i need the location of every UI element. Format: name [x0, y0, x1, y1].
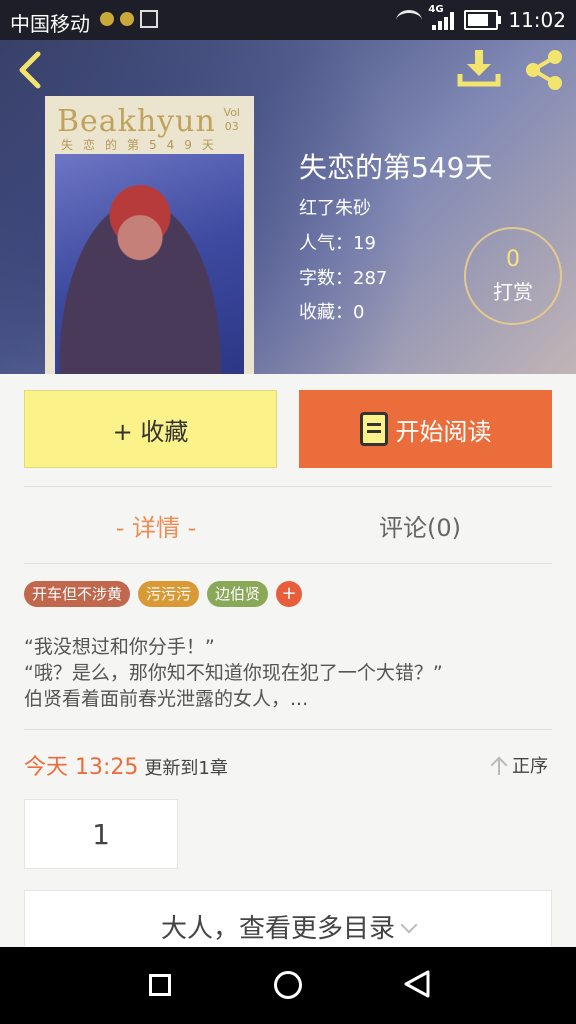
update-info: 今天 13:25 更新到1章 [24, 749, 228, 781]
carrier-name: 中国移动 [10, 12, 90, 36]
update-text: 更新到1章 [144, 758, 228, 779]
status-bar: 中国移动 4G 11:02 [0, 0, 576, 40]
arrow-up-icon [490, 755, 508, 775]
popularity-stat: 人气：19 [299, 233, 376, 254]
start-reading-button[interactable]: 开始阅读 [299, 390, 552, 468]
divider [24, 729, 552, 730]
tip-button[interactable]: 0 打赏 [464, 227, 562, 325]
favorite-label: + 收藏 [112, 417, 189, 446]
back-nav-icon[interactable] [402, 969, 432, 999]
sort-order-button[interactable]: 正序 [490, 752, 548, 778]
summary-line: “哦？是么，那你知不知道你现在犯了一个大错？” [24, 662, 443, 684]
cover-subtitle: 失恋的第549天 [61, 138, 224, 152]
chevron-down-icon [400, 916, 418, 934]
tag[interactable]: 边伯贤 [207, 581, 269, 607]
system-nav-bar [0, 947, 576, 1024]
start-reading-label: 开始阅读 [395, 417, 492, 446]
word-count-stat: 字数：287 [299, 268, 388, 289]
book-summary[interactable]: “我没想过和你分手！” “哦？是么，那你知不知道你现在犯了一个大错？” 伯贤看着… [24, 634, 552, 712]
favorites-stat: 收藏：0 [299, 302, 365, 323]
cover-volume: Vol 03 [223, 106, 240, 133]
sort-order-label: 正序 [512, 756, 548, 777]
battery-icon [464, 10, 502, 30]
book-cover: Beakhyun Vol 03 失恋的第549天 [45, 96, 254, 374]
home-icon[interactable] [274, 971, 302, 999]
tip-count: 0 [506, 247, 520, 272]
book-title: 失恋的第549天 [299, 151, 493, 184]
cover-photo [55, 154, 244, 374]
chapter-item[interactable]: 1 [24, 799, 178, 869]
tip-label: 打赏 [493, 280, 533, 304]
book-header: Beakhyun Vol 03 失恋的第549天 失恋的第549天 红了朱砂 人… [0, 40, 576, 374]
book-author[interactable]: 红了朱砂 [299, 194, 371, 220]
add-tag-button[interactable]: + [276, 581, 303, 607]
summary-line: “我没想过和你分手！” [24, 636, 215, 658]
signal-icon: 4G [428, 4, 455, 30]
tab-comments[interactable]: 评论(0) [288, 508, 552, 543]
cover-title: Beakhyun [57, 104, 216, 139]
tag-list: 开车但不涉黄 污污污 边伯贤 + [24, 581, 303, 607]
tag[interactable]: 污污污 [138, 581, 200, 607]
divider [24, 563, 552, 564]
more-chapters-button[interactable]: 大人，查看更多目录 [24, 890, 552, 950]
summary-line: 伯贤看着面前春光泄露的女人，... [24, 688, 309, 710]
recent-apps-icon[interactable] [149, 974, 171, 996]
update-time: 今天 13:25 [24, 755, 139, 780]
tag[interactable]: 开车但不涉黄 [24, 581, 131, 607]
clock: 11:02 [508, 8, 566, 32]
divider [24, 486, 552, 487]
tab-detail[interactable]: - 详情 - [24, 508, 288, 543]
book-icon [359, 412, 388, 446]
notification-icon [100, 12, 114, 26]
favorite-button[interactable]: + 收藏 [24, 390, 277, 468]
notification-icon [120, 12, 134, 26]
image-icon [140, 10, 158, 28]
wifi-icon [396, 9, 423, 31]
download-icon[interactable] [456, 48, 502, 88]
more-chapters-label: 大人，查看更多目录 [160, 914, 395, 944]
share-icon[interactable] [522, 48, 566, 92]
back-icon[interactable] [16, 50, 46, 90]
